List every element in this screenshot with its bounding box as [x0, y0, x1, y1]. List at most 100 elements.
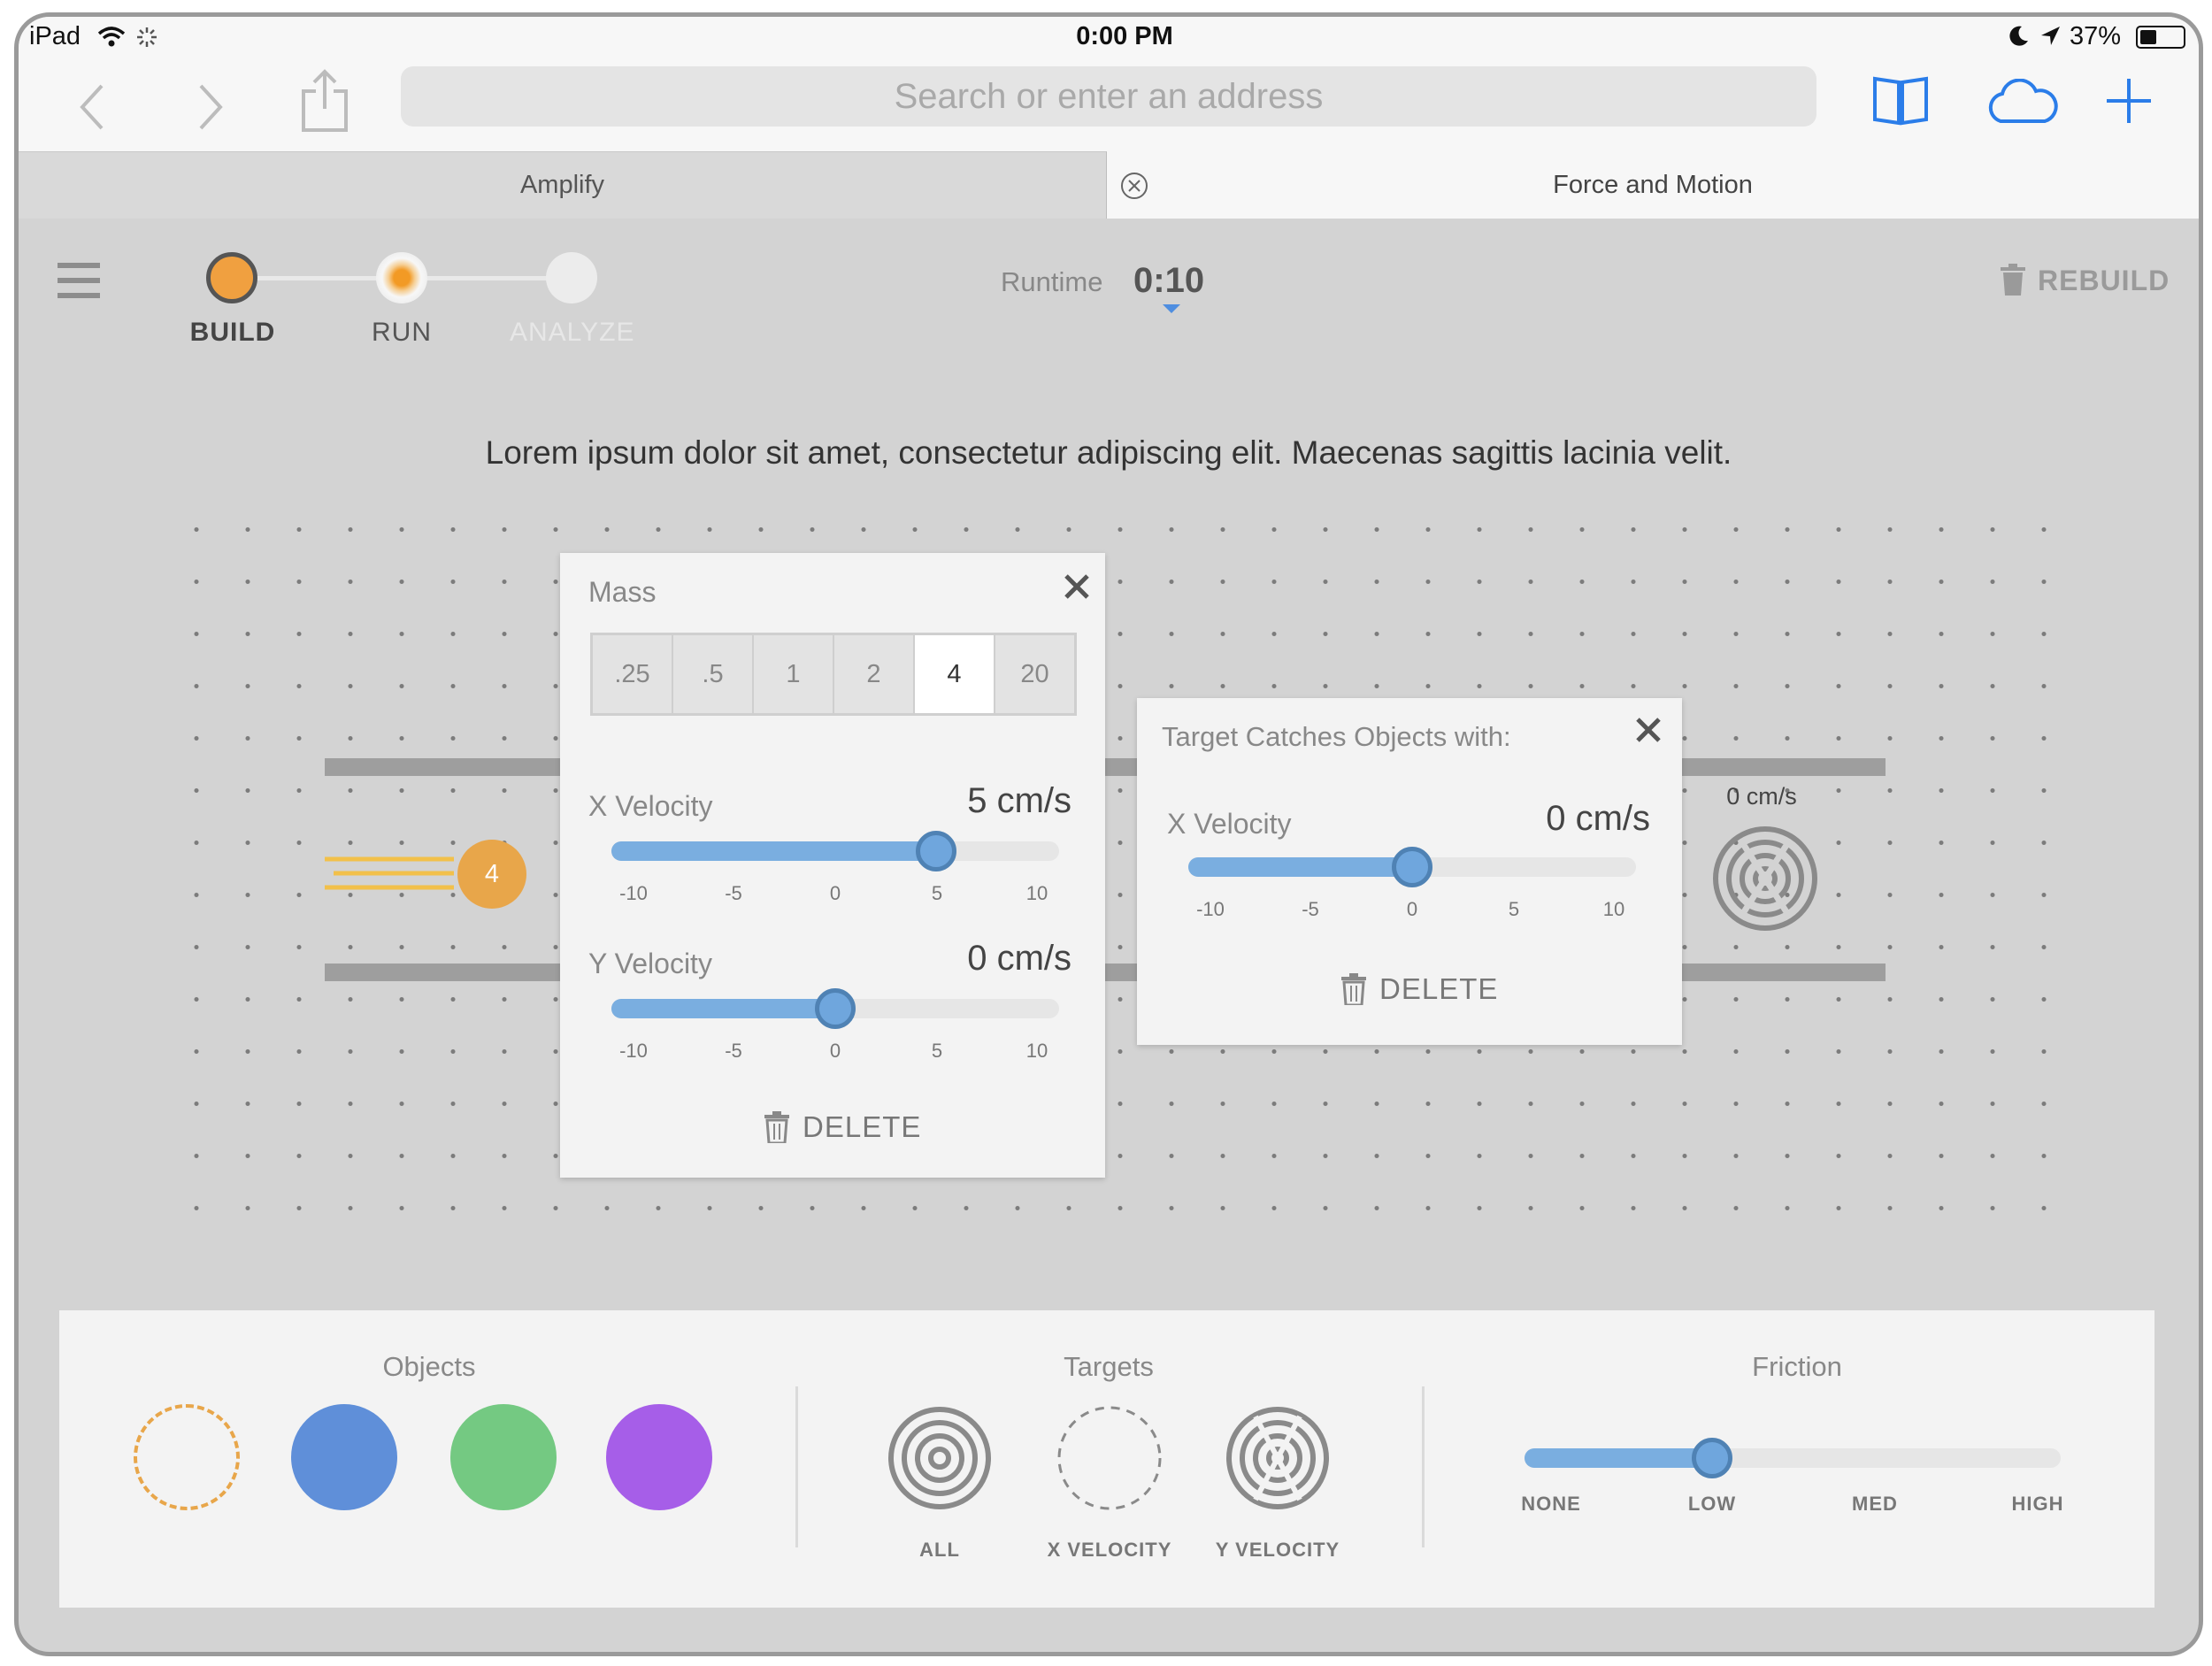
runtime-caret-icon [1163, 304, 1180, 313]
x-velocity-value: 5 cm/s [967, 781, 1071, 820]
friction-med: MED [1852, 1493, 1898, 1515]
slider-fill [1188, 857, 1412, 877]
mass-option-2[interactable]: 2 [834, 635, 915, 713]
tick-label: 5 [931, 1040, 943, 1062]
scene-target-icon[interactable] [1710, 824, 1820, 933]
slider-thumb[interactable] [1691, 1438, 1732, 1478]
delete-target-button[interactable]: DELETE [1340, 972, 1498, 1006]
target-y-velocity-icon[interactable] [1224, 1404, 1332, 1512]
target-y-velocity-caption: Y VELOCITY [1215, 1539, 1340, 1561]
location-arrow-icon [2041, 27, 2060, 45]
share-icon[interactable] [298, 66, 351, 134]
tick-label: -10 [619, 882, 648, 904]
mass-popup: Mass .25 .5 1 2 4 20 X Velocity 5 cm/s -… [560, 553, 1105, 1178]
y-velocity-label: Y Velocity [588, 948, 712, 979]
mass-option-0.5[interactable]: .5 [673, 635, 754, 713]
runtime-label: Runtime [1001, 266, 1103, 297]
close-icon[interactable] [1632, 714, 1664, 746]
tick-label: -5 [725, 1040, 742, 1062]
address-bar[interactable]: Search or enter an address [401, 66, 1816, 127]
object-empty[interactable] [134, 1404, 240, 1510]
tick-label: 5 [931, 882, 943, 904]
battery-percent: 37% [2070, 22, 2122, 50]
target-x-velocity-caption: X VELOCITY [1047, 1539, 1172, 1561]
x-velocity-label: X Velocity [588, 790, 713, 822]
mass-option-0.25[interactable]: .25 [593, 635, 673, 713]
mass-selector: .25 .5 1 2 4 20 [590, 633, 1077, 716]
close-tab-icon[interactable] [1119, 171, 1149, 201]
menu-icon[interactable] [58, 261, 104, 300]
y-velocity-value: 0 cm/s [967, 939, 1071, 978]
slider-fill [611, 999, 835, 1018]
delete-object-button[interactable]: DELETE [764, 1110, 921, 1144]
object-blue[interactable] [291, 1404, 397, 1510]
divider [1422, 1386, 1425, 1547]
scene-object[interactable]: 4 [457, 840, 526, 909]
step-analyze-marker[interactable] [546, 252, 597, 303]
target-popup: Target Catches Objects with: X Velocity … [1137, 698, 1682, 1045]
rebuild-button[interactable]: REBUILD [2038, 265, 2170, 297]
delete-label: DELETE [803, 1110, 922, 1143]
trash-icon [1341, 973, 1366, 1005]
target-all-icon[interactable] [886, 1404, 994, 1512]
x-velocity-value: 0 cm/s [1546, 799, 1650, 838]
tick-label: -5 [1302, 898, 1319, 920]
forward-icon[interactable] [192, 81, 227, 134]
y-velocity-slider[interactable] [611, 988, 1059, 1029]
address-placeholder: Search or enter an address [894, 76, 1324, 116]
slider-thumb[interactable] [916, 831, 956, 871]
object-green[interactable] [450, 1404, 557, 1510]
tick-label: -10 [619, 1040, 648, 1062]
wifi-icon [97, 27, 126, 47]
step-analyze-label: ANALYZE [510, 318, 635, 347]
tick-label: 5 [1508, 898, 1520, 920]
slider-thumb[interactable] [1392, 847, 1432, 887]
tick-label: 0 [829, 882, 841, 904]
x-velocity-label: X Velocity [1167, 808, 1292, 840]
instruction-text: Lorem ipsum dolor sit amet, consectetur … [485, 434, 1732, 471]
friction-low: LOW [1687, 1493, 1737, 1515]
new-tab-icon[interactable] [2103, 75, 2154, 127]
tab-bar: Amplify Force and Motion [19, 151, 2199, 219]
runtime-value[interactable]: 0:10 [1133, 261, 1204, 301]
tick-label: -10 [1196, 898, 1225, 920]
battery-icon [2136, 26, 2185, 49]
back-icon[interactable] [75, 81, 111, 134]
close-icon[interactable] [1061, 571, 1093, 603]
tick-label: 0 [829, 1040, 841, 1062]
mass-option-20[interactable]: 20 [995, 635, 1074, 713]
bookmarks-icon[interactable] [1871, 73, 1930, 127]
friction-title: Friction [1752, 1351, 1842, 1382]
cloud-tabs-icon[interactable] [1985, 79, 2061, 125]
target-velocity-label: 0 cm/s [1726, 783, 1797, 810]
target-x-velocity-icon[interactable] [1056, 1404, 1164, 1512]
mass-option-1[interactable]: 1 [754, 635, 834, 713]
moon-icon [2009, 26, 2028, 46]
tab-label: Force and Motion [1553, 170, 1753, 199]
objects-title: Objects [382, 1351, 476, 1382]
slider-fill [611, 841, 936, 861]
object-purple[interactable] [606, 1404, 712, 1510]
target-all-caption: ALL [919, 1539, 960, 1561]
tab-force-and-motion[interactable]: Force and Motion [1107, 151, 2199, 219]
mass-option-4[interactable]: 4 [915, 635, 995, 713]
step-build-label: BUILD [189, 318, 276, 347]
slider-thumb[interactable] [815, 988, 856, 1029]
divider [795, 1386, 798, 1547]
step-run-marker[interactable] [376, 252, 427, 303]
target-x-velocity-slider[interactable] [1188, 847, 1636, 887]
step-build-marker[interactable] [206, 252, 257, 303]
trash-icon [764, 1111, 789, 1143]
activity-spinner-icon [137, 27, 157, 47]
tab-amplify[interactable]: Amplify [19, 151, 1107, 219]
mass-title: Mass [588, 576, 657, 608]
friction-slider[interactable] [1525, 1438, 2061, 1478]
tick-label: 0 [1406, 898, 1418, 920]
tab-label: Amplify [519, 171, 605, 199]
step-run-label: RUN [372, 318, 432, 347]
motion-trail-icon [325, 856, 454, 890]
friction-high: HIGH [2011, 1493, 2064, 1515]
ipad-frame: iPad 0:00 PM 37% Search or enter an addr… [14, 12, 2203, 1656]
x-velocity-slider[interactable] [611, 831, 1059, 871]
object-mass-label: 4 [484, 859, 500, 888]
